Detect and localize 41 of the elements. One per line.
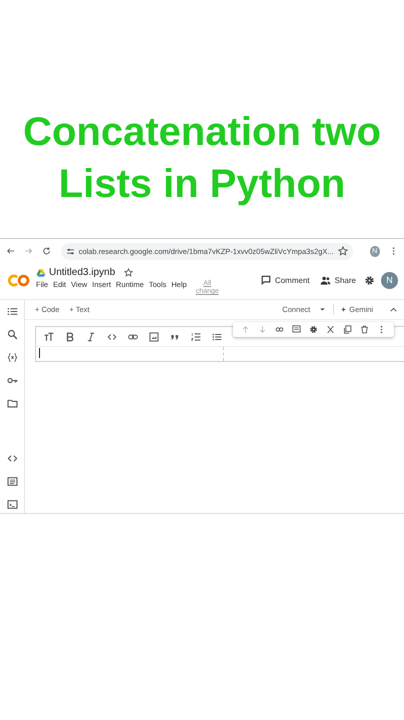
comment-icon [260,275,271,285]
sparkle-icon [340,306,348,313]
table-of-contents-icon[interactable] [6,306,18,317]
key-icon[interactable] [6,375,18,386]
account-avatar[interactable]: N [381,272,398,288]
delete-icon[interactable] [360,325,369,334]
drive-icon[interactable] [36,268,46,278]
notes-icon[interactable] [6,476,18,487]
logo-icon[interactable] [8,274,30,286]
star-icon[interactable] [124,268,134,277]
numbered-list-icon[interactable] [191,332,201,342]
cut-icon[interactable] [326,325,335,334]
site-settings-icon[interactable] [66,246,75,256]
settings-icon[interactable] [364,274,375,286]
search-icon[interactable] [6,329,18,340]
link-icon[interactable] [275,325,284,334]
quote-icon[interactable] [170,332,180,342]
code-icon[interactable] [6,453,18,464]
bold-icon[interactable] [65,332,75,342]
link-icon[interactable] [128,332,138,342]
headline-text: Concatenation two [23,109,381,156]
image-icon[interactable] [149,332,159,342]
settings-icon[interactable] [309,325,318,334]
text-size-icon[interactable] [44,332,54,342]
reload-icon[interactable] [42,246,52,256]
folder-icon[interactable] [6,398,18,409]
italic-icon[interactable] [86,332,96,342]
bookmark-star-icon[interactable] [338,246,348,256]
comment-button[interactable]: Comment [258,273,312,287]
copy-icon[interactable] [343,325,352,334]
terminal-icon[interactable] [6,499,18,510]
people-icon [320,274,331,286]
headline-text: Lists in Python [58,161,346,208]
code-icon[interactable] [107,332,117,342]
comment-icon[interactable] [292,325,301,334]
share-button[interactable]: Share [318,272,358,288]
variables-icon[interactable] [6,352,18,363]
bulleted-list-icon[interactable] [212,332,222,342]
back-icon[interactable] [6,246,16,256]
collapse-icon[interactable] [389,305,398,314]
notebook-title[interactable]: Untitled3.ipynb [49,267,116,278]
